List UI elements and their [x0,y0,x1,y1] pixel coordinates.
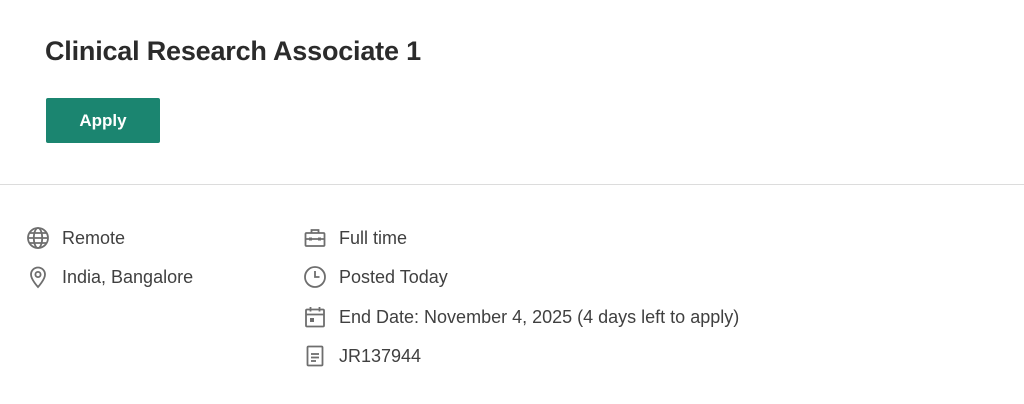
detail-location-type: Remote [25,225,125,251]
end-date-text: End Date: November 4, 2025 (4 days left … [339,306,740,327]
location-pin-icon [25,264,51,290]
employment-type-text: Full time [339,227,408,248]
location-text: India, Bangalore [62,266,194,287]
job-header: Clinical Research Associate 1 Apply [0,0,1024,185]
posted-text: Posted Today [339,266,448,287]
location-type-text: Remote [62,227,126,248]
briefcase-icon [302,225,328,251]
calendar-icon [302,304,328,330]
job-id-text: JR137944 [339,345,422,366]
document-icon [302,343,328,369]
clock-icon [302,264,328,290]
globe-icon [25,225,51,251]
detail-posted: Posted Today [302,264,448,290]
detail-location: India, Bangalore [25,264,193,290]
detail-end-date: End Date: November 4, 2025 (4 days left … [302,304,739,330]
apply-button[interactable]: Apply [46,98,160,143]
job-title: Clinical Research Associate 1 [45,36,421,66]
job-details: Remote India, Bangalore Full time Posted… [0,185,1024,403]
detail-employment-type: Full time [302,225,407,251]
detail-job-id: JR137944 [302,343,421,369]
